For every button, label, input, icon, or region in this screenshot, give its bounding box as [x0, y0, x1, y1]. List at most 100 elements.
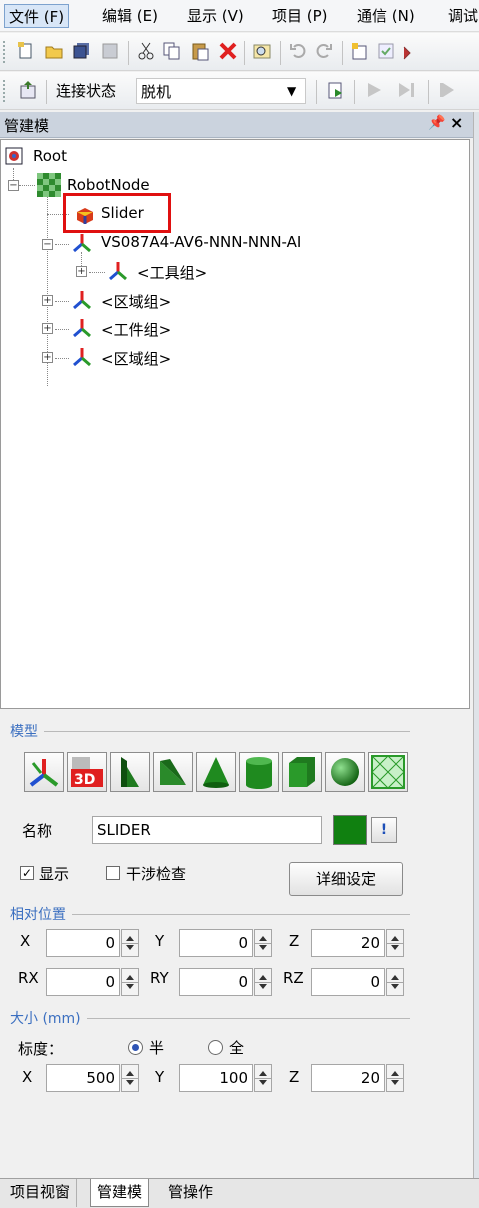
toolbar-separator: [342, 41, 343, 65]
tree-item-work-group[interactable]: <工件组>: [101, 319, 171, 340]
x-position-spinner[interactable]: [121, 929, 139, 957]
add-item-icon[interactable]: [350, 41, 370, 61]
panel-header: 管建模 📌 ×: [0, 112, 473, 138]
rz-spinner[interactable]: [386, 968, 404, 996]
ry-spinner[interactable]: [254, 968, 272, 996]
redo-icon[interactable]: [314, 41, 334, 61]
z-position-spinner[interactable]: [386, 929, 404, 957]
expand-toggle[interactable]: +: [42, 295, 53, 306]
tab-modeling[interactable]: 管建模: [90, 1179, 150, 1207]
tree-item-slider[interactable]: Slider: [101, 204, 144, 222]
tab-project-view[interactable]: 项目视窗: [4, 1179, 78, 1207]
root-node-icon: [5, 147, 23, 165]
y-position-spinner[interactable]: [254, 929, 272, 957]
interference-checkbox[interactable]: [106, 866, 120, 880]
z-size-input[interactable]: 20: [311, 1064, 385, 1092]
check-item-icon[interactable]: [376, 41, 396, 61]
toolbar-separator: [354, 80, 355, 104]
new-file-icon[interactable]: [16, 41, 36, 61]
step-back-icon[interactable]: [438, 80, 458, 100]
cut-icon[interactable]: [136, 41, 156, 61]
3d-model-button[interactable]: 3D: [67, 752, 107, 792]
menu-bar: 文件 (F) 编辑 (E) 显示 (V) 项目 (P) 通信 (N) 调试: [0, 0, 479, 32]
connect-icon[interactable]: [18, 80, 38, 100]
axis-icon: [73, 348, 91, 367]
close-icon[interactable]: ×: [450, 113, 463, 132]
menu-communication[interactable]: 通信 (N): [353, 4, 419, 28]
model-tree[interactable]: Root − RobotNode Slider − VS087A4-AV6-NN…: [0, 139, 470, 709]
x-size-spinner[interactable]: [121, 1064, 139, 1092]
mesh-button[interactable]: [368, 752, 408, 792]
toolbar-more-icon[interactable]: [402, 41, 416, 61]
x-size-input[interactable]: 500: [46, 1064, 120, 1092]
step-icon[interactable]: [396, 80, 416, 100]
axis-icon: [73, 291, 91, 310]
show-label: 显示: [39, 865, 70, 883]
copy-icon[interactable]: [162, 41, 182, 61]
tree-item-robot-node[interactable]: RobotNode: [67, 176, 150, 194]
axis-tool-button[interactable]: [24, 752, 64, 792]
detail-settings-button[interactable]: 详细设定: [289, 862, 403, 896]
rz-input[interactable]: 0: [311, 968, 385, 996]
menu-debug[interactable]: 调试: [444, 4, 479, 28]
rx-input[interactable]: 0: [46, 968, 120, 996]
toolbar-grip[interactable]: [3, 41, 7, 63]
info-button[interactable]: !: [371, 817, 397, 843]
undo-icon[interactable]: [288, 41, 308, 61]
toolbar-separator: [316, 80, 317, 104]
y-position-label: Y: [155, 932, 165, 950]
y-position-input[interactable]: 0: [179, 929, 253, 957]
connection-status-dropdown[interactable]: 脱机 ▼: [136, 78, 306, 104]
name-input[interactable]: SLIDER: [92, 816, 322, 844]
z-size-label: Z: [289, 1068, 300, 1086]
triangle-prism-icon: [121, 757, 139, 787]
program-icon[interactable]: [326, 80, 346, 100]
menu-file[interactable]: 文件 (F): [4, 4, 70, 28]
scale-half-radio[interactable]: [128, 1040, 143, 1055]
scale-full-radio[interactable]: [208, 1040, 223, 1055]
rx-spinner[interactable]: [121, 968, 139, 996]
open-folder-icon[interactable]: [44, 41, 64, 61]
panel-splitter[interactable]: [473, 112, 479, 1178]
x-position-input[interactable]: 0: [46, 929, 120, 957]
show-checkbox[interactable]: ✓: [20, 866, 34, 880]
menu-edit[interactable]: 编辑 (E): [98, 4, 162, 28]
menu-project[interactable]: 项目 (P): [268, 4, 332, 28]
tree-item-area-group[interactable]: <区域组>: [101, 348, 171, 369]
cone-button[interactable]: [196, 752, 236, 792]
expand-toggle[interactable]: +: [42, 323, 53, 334]
wedge-button[interactable]: [153, 752, 193, 792]
tree-item-area-group[interactable]: <区域组>: [101, 291, 171, 312]
find-icon[interactable]: [252, 41, 272, 61]
tree-connector: [55, 329, 69, 330]
y-size-spinner[interactable]: [254, 1064, 272, 1092]
cylinder-button[interactable]: [239, 752, 279, 792]
save-icon[interactable]: [100, 41, 120, 61]
save-all-icon[interactable]: [72, 41, 92, 61]
tree-item-tool-group[interactable]: <工具组>: [137, 262, 207, 283]
toolbar-grip[interactable]: [3, 80, 7, 102]
tree-item-root[interactable]: Root: [33, 147, 67, 165]
z-size-spinner[interactable]: [386, 1064, 404, 1092]
menu-view[interactable]: 显示 (V): [183, 4, 248, 28]
sphere-button[interactable]: [325, 752, 365, 792]
y-size-input[interactable]: 100: [179, 1064, 253, 1092]
expand-toggle[interactable]: +: [76, 266, 87, 277]
connection-status-label: 连接状态: [56, 82, 117, 100]
tab-operation[interactable]: 管操作: [162, 1179, 219, 1207]
color-swatch[interactable]: [333, 815, 367, 845]
z-position-input[interactable]: 20: [311, 929, 385, 957]
triangle-prism-button[interactable]: [110, 752, 150, 792]
cube-button[interactable]: [282, 752, 322, 792]
tree-item-robot[interactable]: VS087A4-AV6-NNN-NNN-AI: [101, 233, 301, 251]
paste-icon[interactable]: [190, 41, 210, 61]
tree-connector: [55, 244, 69, 245]
run-icon[interactable]: [364, 80, 384, 100]
ry-input[interactable]: 0: [179, 968, 253, 996]
cone-icon: [203, 757, 229, 788]
collapse-toggle[interactable]: −: [8, 180, 19, 191]
collapse-toggle[interactable]: −: [42, 239, 53, 250]
expand-toggle[interactable]: +: [42, 352, 53, 363]
pin-icon[interactable]: 📌: [428, 115, 445, 131]
delete-icon[interactable]: [218, 41, 238, 61]
